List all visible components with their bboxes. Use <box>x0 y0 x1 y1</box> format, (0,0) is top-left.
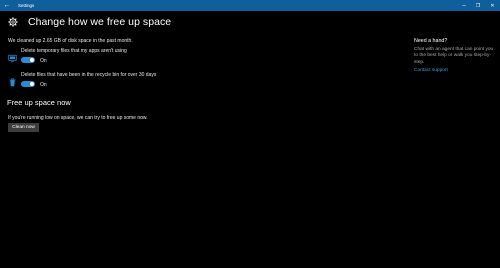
window-title: Settings <box>18 3 35 8</box>
back-button[interactable]: ← <box>0 0 14 11</box>
settings-window: ← Settings – ❐ ✕ Change how we free up s… <box>0 0 500 268</box>
restore-button[interactable]: ❐ <box>471 0 485 11</box>
restore-icon: ❐ <box>475 2 481 9</box>
toggle-knob <box>30 58 34 62</box>
back-arrow-icon: ← <box>3 2 11 9</box>
option-label: Delete temporary files that my apps aren… <box>21 48 127 54</box>
free-up-space-description: If you're running low on space, we can t… <box>8 115 148 121</box>
close-button[interactable]: ✕ <box>485 0 500 11</box>
toggle-state-label: On <box>40 58 47 64</box>
temporary-files-toggle[interactable] <box>21 57 35 63</box>
title-bar: ← Settings – ❐ ✕ <box>0 0 500 11</box>
option-label: Delete files that have been in the recyc… <box>21 72 157 78</box>
minimize-icon: – <box>462 2 466 9</box>
main-content: We cleaned up 2.65 GB of disk space in t… <box>8 38 388 88</box>
recycle-bin-toggle[interactable] <box>21 81 35 87</box>
page-header: Change how we free up space <box>7 16 171 28</box>
page-title: Change how we free up space <box>28 16 172 28</box>
help-panel: Need a hand? Chat with an agent that can… <box>414 38 494 73</box>
close-icon: ✕ <box>490 2 495 9</box>
help-text: Chat with an agent that can point you to… <box>414 46 494 65</box>
clean-now-button[interactable]: Clean now <box>8 123 39 132</box>
monitor-icon <box>8 50 17 63</box>
help-title: Need a hand? <box>414 38 448 44</box>
gear-icon <box>7 16 19 28</box>
contact-support-link[interactable]: Contact support <box>414 68 494 73</box>
cleanup-status-text: We cleaned up 2.65 GB of disk space in t… <box>8 38 133 44</box>
recycle-bin-icon <box>8 74 17 87</box>
toggle-knob <box>30 82 34 86</box>
free-up-space-heading: Free up space now <box>7 98 71 107</box>
window-controls: – ❐ ✕ <box>457 0 500 11</box>
toggle-state-label: On <box>40 82 47 88</box>
minimize-button[interactable]: – <box>457 0 471 11</box>
